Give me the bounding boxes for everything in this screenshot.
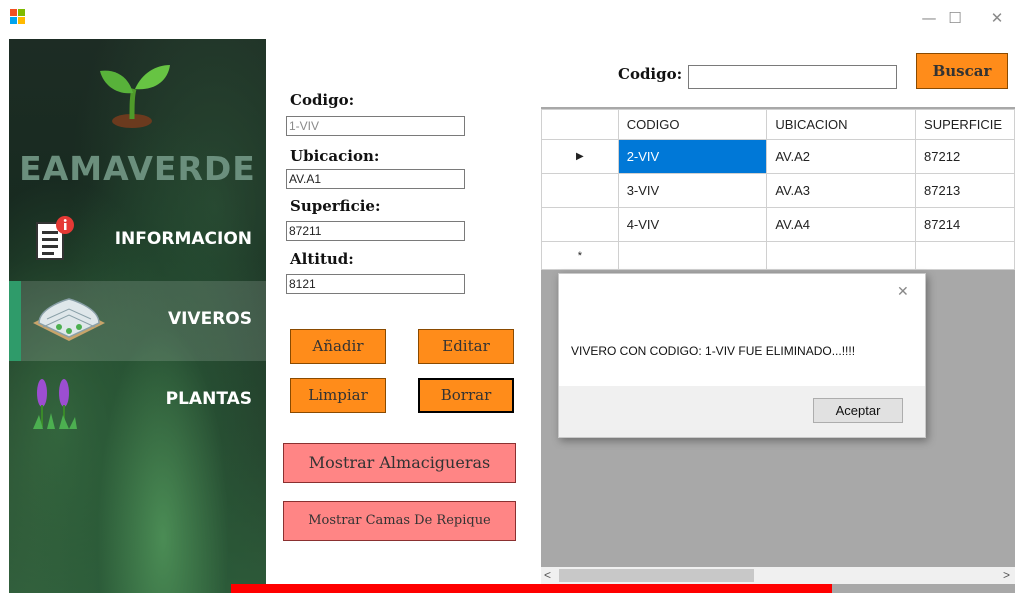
sidebar: EAMAVERDE INFORMACION VIVEROS PLANTAS bbox=[9, 39, 266, 593]
table-cell-superficie[interactable] bbox=[915, 241, 1015, 270]
row-header[interactable] bbox=[541, 173, 619, 208]
table-cell-codigo[interactable]: 4-VIV bbox=[617, 207, 768, 242]
scroll-left-arrow-icon[interactable]: < bbox=[544, 567, 551, 584]
table-row[interactable]: 3-VIV AV.A3 87213 bbox=[541, 173, 1015, 208]
sidebar-item-plantas[interactable]: PLANTAS bbox=[9, 361, 266, 441]
search-button[interactable]: Buscar bbox=[916, 53, 1008, 89]
table-corner-cell bbox=[541, 109, 619, 140]
horizontal-scrollbar[interactable]: < > bbox=[541, 567, 1015, 584]
table-cell-ubicacion[interactable]: AV.A2 bbox=[766, 139, 917, 174]
sidebar-item-label: PLANTAS bbox=[165, 389, 252, 409]
row-header-current[interactable]: ▶ bbox=[541, 139, 619, 174]
superficie-label: Superficie: bbox=[290, 197, 381, 215]
table-cell-ubicacion[interactable]: AV.A3 bbox=[766, 173, 917, 208]
red-highlight-bar bbox=[231, 584, 832, 593]
sidebar-item-label: INFORMACION bbox=[114, 229, 252, 249]
column-header-ubicacion[interactable]: UBICACION bbox=[766, 109, 917, 140]
sprout-logo-icon bbox=[94, 51, 174, 131]
show-transplant-beds-button[interactable]: Mostrar Camas De Repique bbox=[283, 501, 516, 541]
column-header-codigo[interactable]: CODIGO bbox=[617, 109, 768, 140]
app-icon bbox=[10, 9, 26, 25]
table-cell-superficie[interactable]: 87212 bbox=[915, 139, 1015, 174]
clear-button[interactable]: Limpiar bbox=[290, 378, 386, 413]
row-header-new[interactable]: * bbox=[541, 241, 619, 270]
table-new-row[interactable]: * bbox=[541, 241, 1015, 270]
document-info-icon bbox=[35, 215, 75, 263]
altitud-label: Altitud: bbox=[290, 250, 354, 268]
sidebar-item-viveros[interactable]: VIVEROS bbox=[9, 281, 266, 361]
greenhouse-icon bbox=[29, 293, 109, 345]
table-cell-superficie[interactable]: 87214 bbox=[915, 207, 1015, 242]
search-input[interactable] bbox=[688, 65, 897, 89]
add-button[interactable]: Añadir bbox=[290, 329, 386, 364]
table-row[interactable]: 4-VIV AV.A4 87214 bbox=[541, 207, 1015, 242]
table-cell-ubicacion[interactable]: AV.A4 bbox=[766, 207, 917, 242]
ubicacion-label: Ubicacion: bbox=[290, 147, 380, 165]
vivero-form: Codigo: 1-VIV Ubicacion: AV.A1 Superfici… bbox=[266, 39, 541, 593]
table-cell-superficie[interactable]: 87213 bbox=[915, 173, 1015, 208]
table-cell-ubicacion[interactable] bbox=[766, 241, 917, 270]
sidebar-item-informacion[interactable]: INFORMACION bbox=[9, 201, 266, 281]
table-row[interactable]: ▶ 2-VIV AV.A2 87212 bbox=[541, 139, 1015, 174]
edit-button[interactable]: Editar bbox=[418, 329, 514, 364]
message-dialog: ✕ VIVERO CON CODIGO: 1-VIV FUE ELIMINADO… bbox=[558, 273, 926, 438]
search-codigo-label: Codigo: bbox=[618, 65, 683, 83]
search-bar: Codigo: Buscar bbox=[541, 39, 1015, 107]
dialog-close-button[interactable]: ✕ bbox=[897, 284, 909, 300]
lavender-plant-icon bbox=[29, 371, 79, 431]
table-cell-codigo[interactable]: 2-VIV bbox=[617, 139, 768, 174]
data-table: CODIGO UBICACION SUPERFICIE ▶ 2-VIV AV.A… bbox=[541, 109, 1015, 270]
row-header[interactable] bbox=[541, 207, 619, 242]
scroll-right-arrow-icon[interactable]: > bbox=[1003, 567, 1010, 584]
ubicacion-field[interactable]: AV.A1 bbox=[286, 169, 465, 189]
codigo-field[interactable]: 1-VIV bbox=[286, 116, 465, 136]
column-header-superficie[interactable]: SUPERFICIE bbox=[915, 109, 1015, 140]
table-cell-codigo[interactable]: 3-VIV bbox=[617, 173, 768, 208]
maximize-button[interactable]: ☐ bbox=[943, 8, 967, 28]
sidebar-item-label: VIVEROS bbox=[167, 309, 252, 329]
dialog-ok-button[interactable]: Aceptar bbox=[813, 398, 903, 423]
brand-name: EAMAVERDE bbox=[19, 149, 256, 188]
codigo-label: Codigo: bbox=[290, 91, 355, 109]
dialog-message: VIVERO CON CODIGO: 1-VIV FUE ELIMINADO..… bbox=[571, 344, 856, 358]
altitud-field[interactable]: 8121 bbox=[286, 274, 465, 294]
superficie-field[interactable]: 87211 bbox=[286, 221, 465, 241]
show-seedbeds-button[interactable]: Mostrar Almacigueras bbox=[283, 443, 516, 483]
table-header-row: CODIGO UBICACION SUPERFICIE bbox=[541, 109, 1015, 140]
dialog-footer: Aceptar bbox=[559, 386, 925, 437]
table-cell-codigo[interactable] bbox=[617, 241, 768, 270]
close-window-button[interactable]: ✕ bbox=[985, 8, 1009, 28]
title-bar: — ☐ ✕ bbox=[0, 0, 1015, 37]
scrollbar-thumb[interactable] bbox=[559, 569, 754, 582]
delete-button[interactable]: Borrar bbox=[418, 378, 514, 413]
minimize-button[interactable]: — bbox=[917, 8, 941, 28]
